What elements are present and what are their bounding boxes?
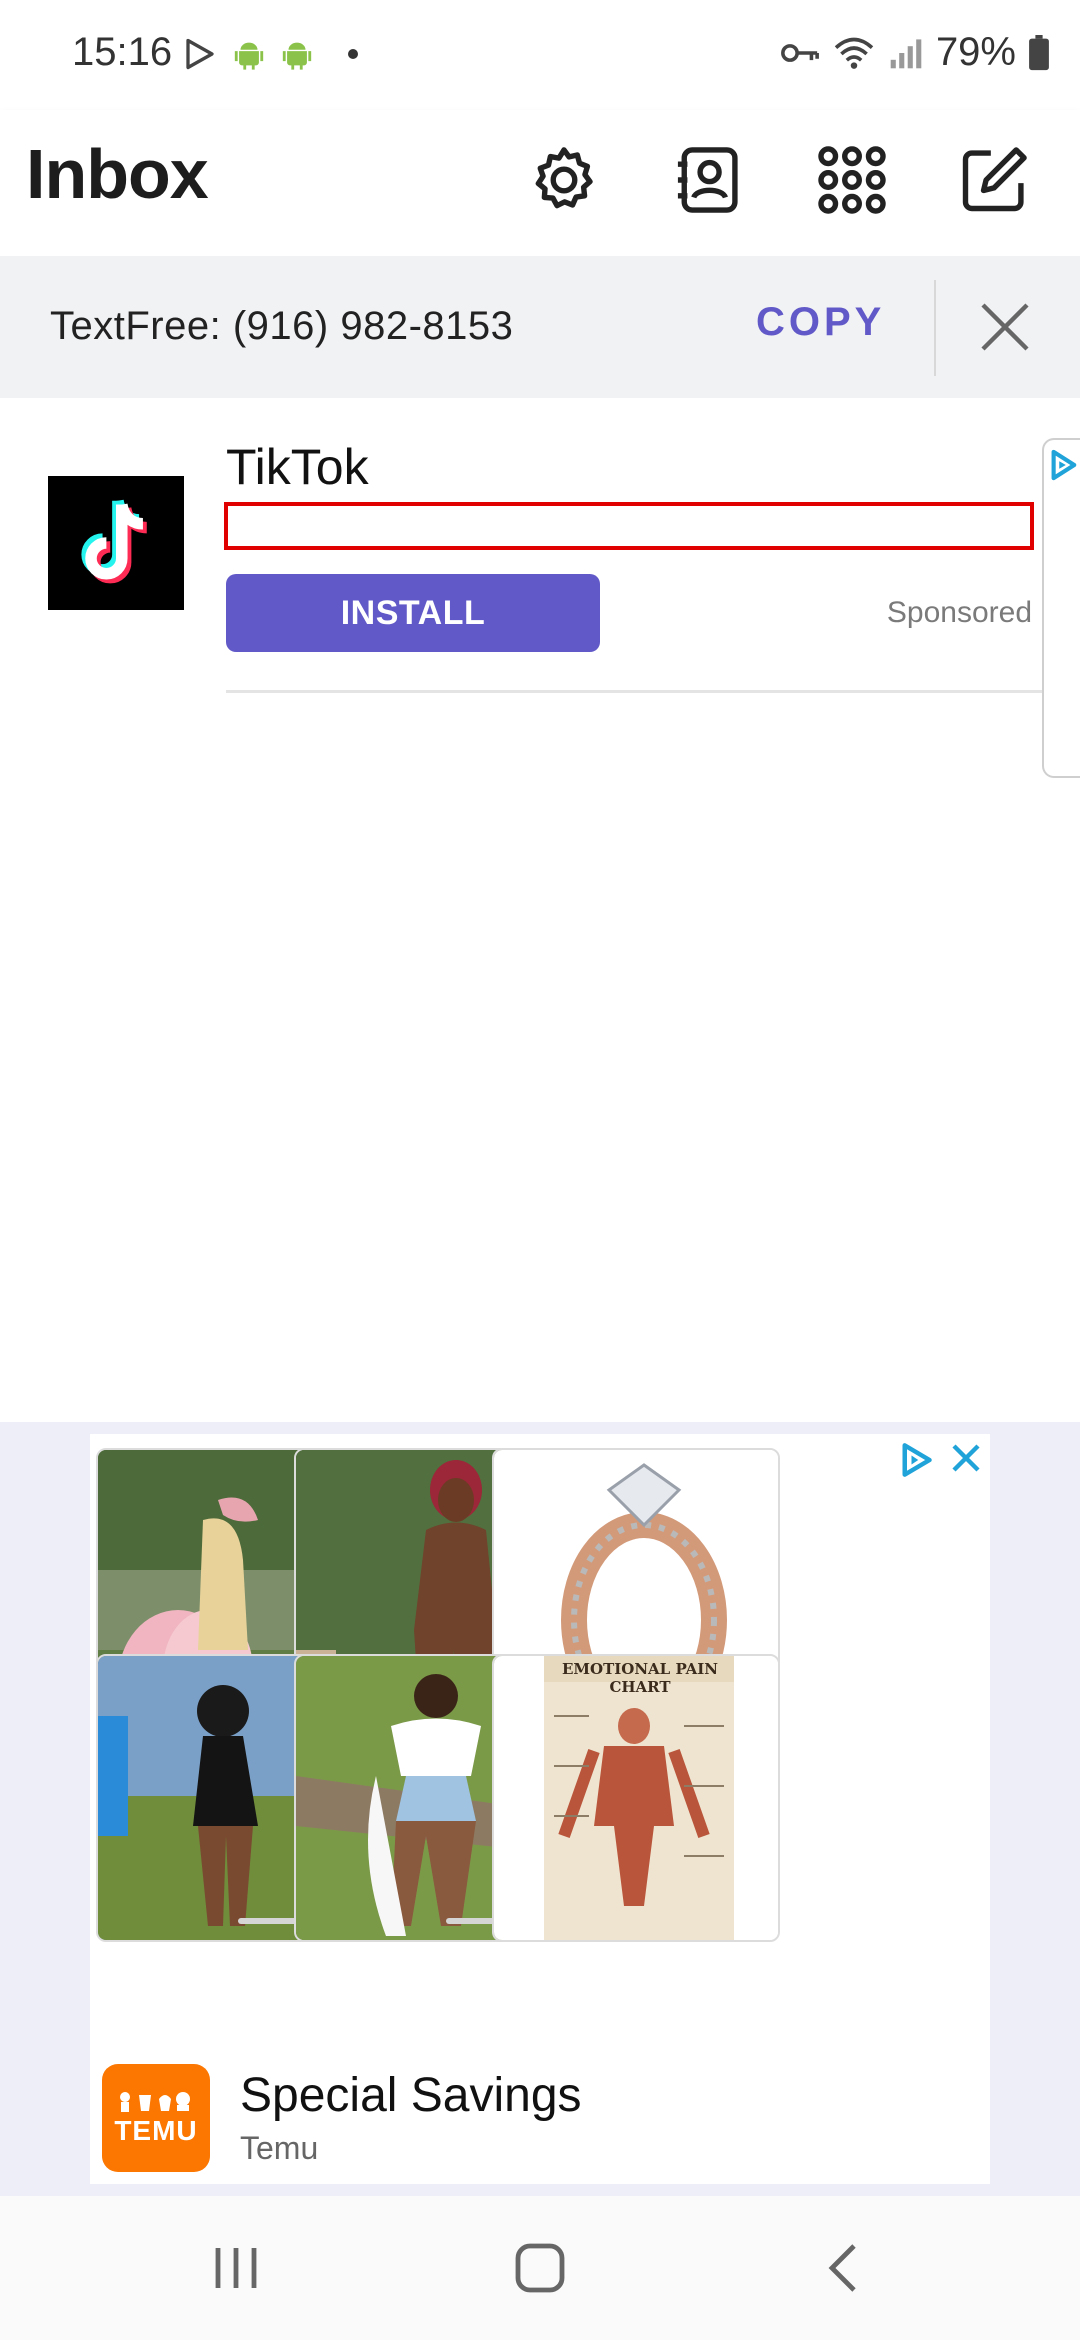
settings-button[interactable]	[516, 132, 612, 228]
settings-icon	[535, 147, 593, 209]
status-system-icons: 79%	[780, 30, 1050, 75]
pain-chart-title: EMOTIONAL PAIN CHART	[561, 1660, 719, 1696]
contacts-icon	[677, 147, 738, 213]
back-icon	[828, 2244, 856, 2292]
recents-icon	[215, 2248, 257, 2288]
sponsored-label: Sponsored	[886, 596, 1032, 629]
home-button[interactable]	[500, 2236, 580, 2300]
adchoices-icon	[1051, 449, 1077, 481]
banner-ad-choices	[898, 1442, 982, 1478]
tiktok-note-icon	[81, 499, 148, 584]
ad-close-icon[interactable]	[950, 1442, 982, 1474]
product-photo	[494, 1656, 778, 1940]
temu-figures-icon	[120, 2092, 190, 2112]
product-image-pain-chart[interactable]: EMOTIONAL PAIN CHART	[492, 1654, 780, 1942]
signal-icon	[890, 38, 922, 68]
app-header: Inbox	[0, 110, 1080, 256]
status-time: 15:16	[72, 30, 173, 74]
phone-number-text: TextFree: (916) 982-8153	[50, 304, 514, 348]
banner-divider	[934, 280, 936, 376]
wifi-icon	[834, 37, 874, 69]
banner-ad-advertiser: Temu	[240, 2130, 319, 2166]
banner-ad[interactable]: EMOTIONAL PAIN CHART TEMU Special Saving…	[90, 1434, 990, 2184]
battery-percent: 79%	[935, 30, 1016, 74]
adchoices-icon[interactable]	[898, 1442, 934, 1478]
banner-ad-title[interactable]: Special Savings	[240, 2068, 582, 2123]
ad-app-name[interactable]: TikTok	[226, 438, 369, 496]
close-icon	[981, 303, 1029, 351]
apps-grid-button[interactable]	[804, 132, 900, 228]
battery-icon	[1029, 34, 1049, 70]
copy-button[interactable]: COPY	[756, 300, 885, 345]
ad-divider	[226, 690, 1080, 693]
status-notification-icons	[182, 36, 358, 72]
adchoices-tab[interactable]	[1042, 438, 1080, 778]
phone-number-banner: TextFree: (916) 982-8153 COPY	[0, 256, 1080, 398]
install-button[interactable]: INSTALL	[226, 574, 600, 652]
page-title: Inbox	[26, 135, 209, 213]
home-icon	[515, 2243, 565, 2293]
tiktok-logo-icon[interactable]	[48, 476, 184, 610]
back-button[interactable]	[802, 2236, 882, 2300]
compose-icon	[962, 147, 1027, 212]
android-icon	[234, 42, 264, 70]
temu-logo-icon[interactable]: TEMU	[102, 2064, 210, 2172]
status-bar: 15:16 79%	[0, 0, 1080, 110]
contacts-button[interactable]	[660, 132, 756, 228]
ad-highlight-box	[224, 502, 1034, 550]
android-icon	[282, 42, 312, 70]
compose-button[interactable]	[946, 132, 1042, 228]
vpn-key-icon	[781, 43, 819, 62]
temu-logo-text: TEMU	[114, 2115, 198, 2146]
system-nav-bar	[0, 2196, 1080, 2340]
recents-button[interactable]	[196, 2236, 276, 2300]
dot-icon	[348, 49, 358, 59]
banner-close-button[interactable]	[972, 294, 1038, 360]
native-ad[interactable]: TikTok INSTALL Sponsored	[0, 398, 1080, 778]
apps-grid-icon	[818, 146, 886, 214]
play-store-icon	[186, 38, 214, 70]
